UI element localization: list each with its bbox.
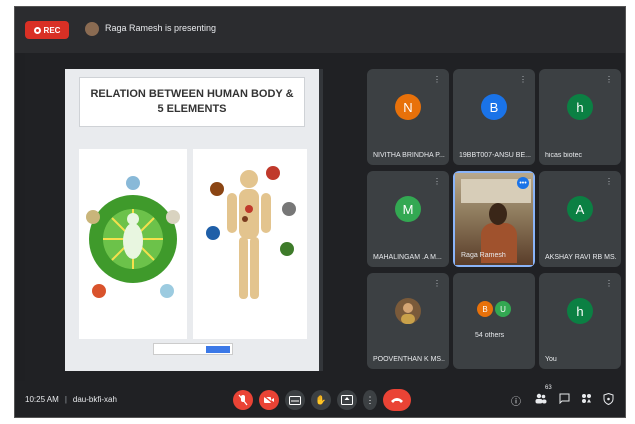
more-options-icon[interactable]: ⋮: [433, 177, 441, 186]
mic-off-icon: [238, 394, 248, 406]
speaker-head: [489, 203, 507, 225]
participant-name: You: [545, 356, 557, 363]
presenting-text: Raga Ramesh is presenting: [105, 23, 217, 33]
avatar: h: [567, 94, 593, 121]
chat-button[interactable]: [559, 393, 570, 407]
avatar: U: [495, 301, 511, 317]
avatar: N: [395, 94, 421, 121]
more-vert-icon: ⋮: [365, 394, 375, 405]
hand-icon: ✋: [315, 394, 327, 405]
avatar: M: [395, 196, 421, 223]
participant-name: NIVITHA BRINDHA P...: [373, 152, 445, 159]
others-tile[interactable]: B U 54 others: [453, 273, 535, 369]
participant-name: POOVENTHAN K MS...: [373, 356, 445, 363]
participant-tile[interactable]: ⋮ h hicas biotec: [539, 69, 621, 165]
five-elements-diagram: [79, 149, 187, 339]
avatar: h: [567, 298, 593, 325]
participant-name: MAHALINGAM .A M...: [373, 254, 442, 261]
human-body-illustration: [206, 166, 296, 299]
participant-tile[interactable]: ⋮ N NIVITHA BRINDHA P...: [367, 69, 449, 165]
others-count: 54 others: [475, 332, 505, 339]
captions-button[interactable]: [285, 390, 305, 410]
participant-name: Raga Ramesh: [461, 252, 506, 259]
present-now-button[interactable]: [337, 390, 357, 410]
present-icon: [341, 395, 353, 405]
bottom-control-bar: 10:25 AM | dau-bkfi-xah ✋ ⋮ ⓘ 63: [15, 381, 625, 417]
host-controls-button[interactable]: [603, 392, 614, 408]
participant-tile[interactable]: ⋮ POOVENTHAN K MS...: [367, 273, 449, 369]
shield-lock-icon: [603, 392, 614, 406]
leave-call-button[interactable]: [383, 389, 411, 411]
more-options-icon[interactable]: ⋮: [433, 279, 441, 288]
more-options-icon[interactable]: ⋮: [605, 177, 613, 186]
participants-count-badge: 63: [545, 385, 552, 391]
left-margin: [15, 53, 25, 381]
slide-caption-bar: [153, 343, 233, 355]
stage-divider: [319, 69, 323, 371]
presenter-avatar: [85, 22, 99, 36]
separator: |: [64, 395, 67, 404]
slide-title: RELATION BETWEEN HUMAN BODY & 5 ELEMENTS: [90, 88, 294, 115]
recording-label: REC: [43, 25, 61, 35]
elements-wheel-illustration: [86, 176, 180, 298]
record-icon: [33, 26, 41, 34]
activities-icon: [582, 394, 591, 403]
clock-time: 10:25 AM: [25, 395, 59, 404]
microphone-off-button[interactable]: [233, 390, 253, 410]
participant-tile[interactable]: ⋮ B 19BBT007-ANSU BE...: [453, 69, 535, 165]
avatar: A: [567, 196, 593, 223]
meeting-info: 10:25 AM | dau-bkfi-xah: [25, 395, 117, 404]
participant-tile[interactable]: ⋮ A AKSHAY RAVI RB MS...: [539, 171, 621, 267]
participant-tile[interactable]: ⋮ M MAHALINGAM .A M...: [367, 171, 449, 267]
captions-icon: [289, 395, 301, 405]
camera-off-button[interactable]: [259, 390, 279, 410]
body-chakra-diagram: [193, 149, 307, 339]
participant-name: 19BBT007-ANSU BE...: [459, 152, 531, 159]
meeting-details-button[interactable]: ⓘ: [511, 393, 521, 408]
people-button[interactable]: [535, 393, 547, 407]
top-bar: REC Raga Ramesh is presenting: [15, 7, 625, 53]
recording-button[interactable]: REC: [25, 21, 69, 39]
more-options-button[interactable]: ⋮: [363, 390, 377, 410]
info-icon: ⓘ: [511, 397, 521, 408]
self-tile[interactable]: ⋮ h You: [539, 273, 621, 369]
more-options-icon[interactable]: ⋮: [605, 279, 613, 288]
slide-title-box: RELATION BETWEEN HUMAN BODY & 5 ELEMENTS: [79, 77, 305, 127]
more-options-icon[interactable]: ⋮: [605, 75, 613, 84]
chat-icon: [559, 393, 570, 405]
more-options-icon[interactable]: ⋮: [433, 75, 441, 84]
meet-window: REC Raga Ramesh is presenting RELATION B…: [14, 6, 626, 418]
speaking-indicator-icon: •••: [517, 177, 529, 189]
activities-button[interactable]: [581, 393, 592, 407]
people-icon: [535, 393, 547, 404]
more-options-icon[interactable]: ⋮: [519, 75, 527, 84]
participant-name: hicas biotec: [545, 152, 582, 159]
active-speaker-tile[interactable]: ••• Raga Ramesh: [453, 171, 535, 267]
end-call-icon: [391, 398, 403, 403]
raise-hand-button[interactable]: ✋: [311, 390, 331, 410]
caption-button: [206, 346, 230, 353]
person-icon: [401, 303, 415, 325]
avatar: B: [477, 301, 493, 317]
participant-name: AKSHAY RAVI RB MS...: [545, 254, 617, 261]
meeting-code: dau-bkfi-xah: [72, 395, 117, 404]
shared-slide[interactable]: RELATION BETWEEN HUMAN BODY & 5 ELEMENTS: [65, 69, 319, 371]
avatar: B: [481, 94, 507, 121]
profile-photo-avatar: [395, 298, 421, 325]
camera-off-icon: [263, 395, 275, 405]
